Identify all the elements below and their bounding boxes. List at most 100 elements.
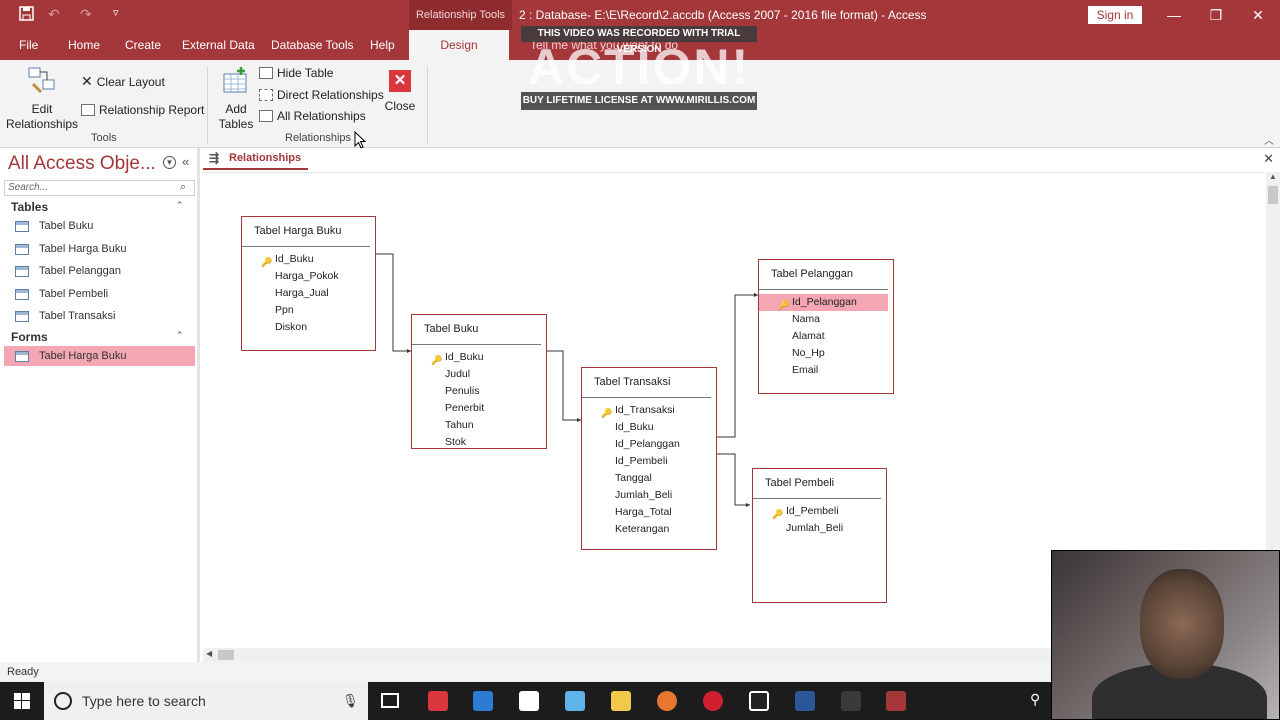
windows-start-icon[interactable] (14, 693, 30, 712)
tab-relationships[interactable]: ⇶ Relationships (203, 148, 308, 170)
group-separator (427, 66, 428, 144)
table-title: Tabel Buku (412, 315, 541, 345)
field-row[interactable]: Harga_Pokok (242, 268, 375, 285)
field-row[interactable]: Nama (759, 311, 893, 328)
field-row[interactable]: Tanggal (582, 470, 716, 487)
word-icon[interactable] (795, 691, 815, 711)
access-icon[interactable] (886, 691, 906, 711)
field-name: Id_Pelanggan (615, 438, 680, 450)
add-tables-button[interactable]: Add Tables (214, 66, 258, 132)
search-icon[interactable]: ⌕ (180, 181, 186, 194)
table-title: Tabel Transaksi (582, 368, 711, 398)
mail-icon[interactable] (519, 691, 539, 711)
close-window-icon[interactable]: ✕ (1236, 0, 1280, 30)
tab-file[interactable]: File (19, 38, 38, 52)
taskbar-search-input[interactable]: Type here to search 🎙 (44, 682, 368, 720)
edit-relationships-button[interactable]: Edit Relationships (6, 66, 78, 132)
nav-item-form-tabel-harga-buku[interactable]: Tabel Harga Buku (4, 346, 195, 366)
firefox-icon[interactable] (657, 691, 677, 711)
opera-icon[interactable] (703, 691, 723, 711)
close-relationships-button[interactable]: ✕ Close (380, 70, 420, 114)
nav-item-tabel-pelanggan[interactable]: Tabel Pelanggan (4, 261, 195, 281)
nav-pane-title[interactable]: All Access Obje... (8, 153, 156, 175)
tab-home[interactable]: Home (68, 38, 100, 52)
forms-group-header[interactable]: Forms (11, 330, 48, 344)
action-recorder-icon[interactable] (841, 691, 861, 711)
field-row-selected[interactable]: 🔑 Id_Pelanggan (759, 294, 888, 311)
scroll-up-icon[interactable]: ▲ (1269, 172, 1277, 181)
field-row[interactable]: Jumlah_Beli (582, 487, 716, 504)
field-row[interactable]: Ppn (242, 302, 375, 319)
save-icon[interactable] (19, 6, 34, 24)
microphone-icon[interactable]: 🎙 (342, 682, 359, 720)
field-row[interactable]: Alamat (759, 328, 893, 345)
table-tabel-transaksi[interactable]: Tabel Transaksi 🔑 Id_Transaksi Id_Buku Id… (581, 367, 717, 550)
table-tabel-pembeli[interactable]: Tabel Pembeli 🔑 Id_Pembeli Jumlah_Beli (752, 468, 887, 603)
tables-group-header[interactable]: Tables (11, 200, 48, 214)
collapse-tables-icon[interactable]: ⌃ (176, 200, 184, 211)
undo-icon[interactable]: ↶ (48, 6, 60, 23)
field-row[interactable]: Id_Pelanggan (582, 436, 716, 453)
field-row[interactable]: 🔑 Id_Transaksi (582, 402, 716, 419)
collapse-nav-icon[interactable]: « (182, 154, 189, 169)
tab-external-data[interactable]: External Data (182, 38, 255, 52)
signin-button[interactable]: Sign in (1088, 6, 1142, 24)
nav-item-tabel-harga-buku[interactable]: Tabel Harga Buku (4, 239, 195, 259)
relationship-report-button[interactable]: Relationship Report (81, 100, 204, 120)
field-row[interactable]: Penulis (412, 383, 546, 400)
store-icon[interactable] (473, 691, 493, 711)
direct-relationships-button[interactable]: Direct Relationships (259, 85, 384, 105)
field-row[interactable]: 🔑 Id_Buku (412, 349, 546, 366)
scroll-thumb[interactable] (218, 650, 234, 660)
scroll-left-icon[interactable]: ◀ (206, 649, 212, 658)
tab-create[interactable]: Create (125, 38, 161, 52)
relationship-line (717, 453, 750, 506)
field-row[interactable]: Id_Pembeli (582, 453, 716, 470)
nav-menu-chevron-icon[interactable]: ▼ (163, 156, 176, 169)
customize-quick-access-icon[interactable]: ▿ (113, 6, 119, 19)
field-row[interactable]: Id_Buku (582, 419, 716, 436)
field-row[interactable]: Penerbit (412, 400, 546, 417)
field-row[interactable]: 🔑 Id_Buku (242, 251, 375, 268)
minimize-icon[interactable]: — (1152, 0, 1196, 30)
table-tabel-buku[interactable]: Tabel Buku 🔑 Id_Buku Judul Penulis Penerb… (411, 314, 547, 449)
clear-layout-button[interactable]: ✕ Clear Layout (81, 71, 165, 91)
tab-database-tools[interactable]: Database Tools (271, 38, 354, 52)
field-row[interactable]: Stok (412, 434, 546, 451)
field-row[interactable]: Tahun (412, 417, 546, 434)
field-name: Alamat (792, 330, 825, 342)
redo-icon[interactable]: ↷ (80, 6, 92, 23)
webcam-person-head (1140, 569, 1224, 679)
field-row[interactable]: Harga_Total (582, 504, 716, 521)
relationship-report-label: Relationship Report (99, 103, 205, 117)
table-tabel-harga-buku[interactable]: Tabel Harga Buku 🔑 Id_Buku Harga_Pokok Ha… (241, 216, 376, 351)
field-row[interactable]: Harga_Jual (242, 285, 375, 302)
security-shield-icon[interactable] (749, 691, 769, 711)
gift-app-icon[interactable] (428, 691, 448, 711)
field-row[interactable]: Judul (412, 366, 546, 383)
task-view-icon[interactable] (381, 693, 399, 708)
tab-design[interactable]: Design (409, 30, 509, 60)
tab-help[interactable]: Help (370, 38, 395, 52)
hide-table-button[interactable]: Hide Table (259, 63, 333, 83)
scroll-thumb[interactable] (1268, 186, 1278, 204)
collapse-ribbon-icon[interactable]: ︿ (1264, 132, 1274, 147)
file-explorer-icon[interactable] (611, 691, 631, 711)
nav-item-tabel-buku[interactable]: Tabel Buku (4, 216, 195, 236)
people-icon[interactable]: ⚲ (1030, 691, 1040, 708)
nav-item-tabel-pembeli[interactable]: Tabel Pembeli (4, 284, 195, 304)
field-row[interactable]: Diskon (242, 319, 375, 336)
app-icon[interactable] (565, 691, 585, 711)
field-row[interactable]: 🔑 Id_Pembeli (753, 503, 886, 520)
field-row[interactable]: Jumlah_Beli (753, 520, 886, 537)
nav-item-tabel-transaksi[interactable]: Tabel Transaksi (4, 306, 195, 326)
all-relationships-button[interactable]: All Relationships (259, 106, 366, 126)
nav-search-input[interactable]: Search... (4, 180, 195, 196)
collapse-forms-icon[interactable]: ⌃ (176, 330, 184, 341)
field-row[interactable]: No_Hp (759, 345, 893, 362)
field-row[interactable]: Email (759, 362, 893, 379)
field-row[interactable]: Keterangan (582, 521, 716, 538)
restore-icon[interactable]: ❐ (1194, 0, 1238, 30)
close-document-icon[interactable]: ✕ (1263, 151, 1274, 167)
table-tabel-pelanggan[interactable]: Tabel Pelanggan 🔑 Id_Pelanggan Nama Alama… (758, 259, 894, 394)
